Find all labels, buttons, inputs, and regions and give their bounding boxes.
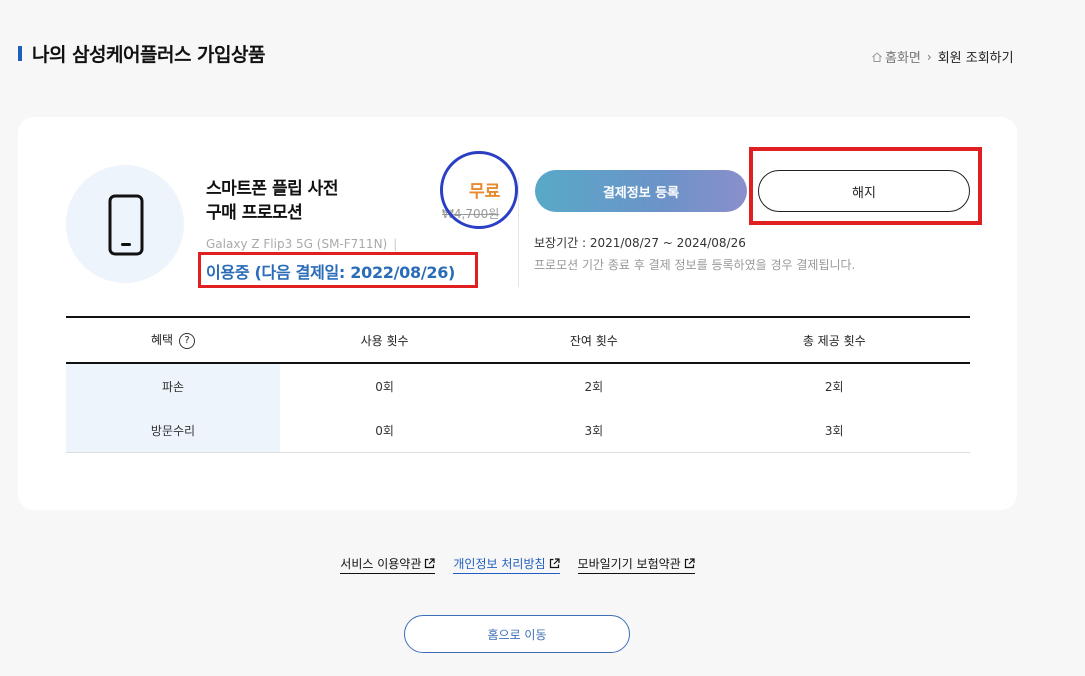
chevron-right-icon: ›: [926, 49, 932, 64]
help-icon[interactable]: ?: [179, 332, 196, 349]
column-header-remaining: 잔여 횟수: [489, 316, 699, 364]
product-name: 스마트폰 플립 사전 구매 프로모션: [206, 177, 338, 225]
column-header-total: 총 제공 횟수: [698, 316, 970, 364]
go-home-button[interactable]: 홈으로 이동: [404, 615, 630, 653]
footer-link-terms-of-service[interactable]: 서비스 이용약관: [340, 555, 436, 574]
warranty-period: 보장기간 : 2021/08/27 ~ 2024/08/26: [534, 236, 746, 250]
home-icon: [872, 51, 882, 62]
cancel-highlight-box: [749, 147, 982, 225]
table-header-row: 혜택? 사용 횟수 잔여 횟수 총 제공 횟수: [66, 316, 970, 364]
model-name: Galaxy Z Flip3 5G (SM-F711N) |: [206, 237, 397, 251]
footer-link-label: 서비스 이용약관: [340, 557, 422, 571]
table-row: 방문수리 0회 3회 3회: [66, 408, 970, 453]
breadcrumb-current: 회원 조회하기: [937, 51, 1014, 66]
breadcrumb: 홈화면 › 회원 조회하기: [871, 47, 1014, 66]
footer-links: 서비스 이용약관 개인정보 처리방침 모바일기기 보험약관: [0, 555, 1035, 574]
table-row: 파손 0회 2회 2회: [66, 363, 970, 408]
external-link-icon: [684, 558, 695, 569]
column-header-benefit: 혜택?: [66, 316, 280, 364]
remaining-count-cell: 2회: [584, 379, 604, 394]
product-icon-circle: [66, 165, 184, 283]
column-header-used: 사용 횟수: [280, 316, 490, 364]
page-title: 나의 삼성케어플러스 가입상품: [32, 44, 265, 66]
breadcrumb-home-label: 홈화면: [885, 51, 921, 66]
title-accent-bar: [18, 46, 22, 61]
product-name-line2: 구매 프로모션: [206, 203, 303, 223]
register-payment-button[interactable]: 결제정보 등록: [535, 170, 747, 212]
footer-link-label: 개인정보 처리방침: [453, 557, 546, 571]
benefit-name-cell: 파손: [66, 363, 280, 408]
external-link-icon: [549, 558, 560, 569]
footer-link-label: 모바일기기 보험약관: [577, 557, 681, 571]
benefit-table: 혜택? 사용 횟수 잔여 횟수 총 제공 횟수 파손 0회 2회 2회 방문수리…: [66, 316, 970, 453]
remaining-count-cell: 3회: [489, 408, 699, 453]
used-count-cell: 0회: [280, 408, 490, 453]
footer-link-insurance-terms[interactable]: 모바일기기 보험약관: [577, 555, 695, 574]
vertical-divider: [518, 177, 519, 287]
product-name-line1: 스마트폰 플립 사전: [206, 179, 338, 199]
model-name-text: Galaxy Z Flip3 5G (SM-F711N): [206, 237, 388, 251]
total-count-cell: 3회: [698, 408, 970, 453]
footer-link-privacy-policy[interactable]: 개인정보 처리방침: [453, 555, 560, 574]
breadcrumb-home-link[interactable]: 홈화면: [871, 47, 921, 66]
total-count-cell: 2회: [824, 379, 844, 394]
status-highlight-box: [198, 252, 478, 288]
smartphone-icon: [108, 194, 144, 256]
separator: |: [393, 237, 398, 251]
price-highlight-circle: [440, 151, 518, 229]
warranty-note: 프로모션 기간 종료 후 결제 정보를 등록하였을 경우 결제됩니다.: [534, 258, 856, 272]
external-link-icon: [425, 558, 435, 569]
benefit-name-cell: 방문수리: [66, 408, 280, 453]
used-count-cell: 0회: [375, 379, 394, 394]
